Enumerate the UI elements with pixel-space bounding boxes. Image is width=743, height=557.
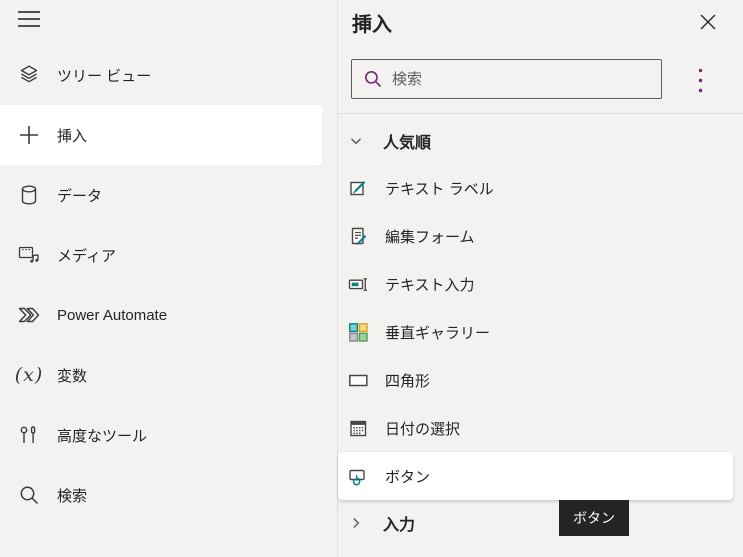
section-label: 人気順 (383, 135, 432, 152)
text-label-icon (346, 176, 370, 200)
more-options-button[interactable] (689, 64, 711, 96)
sidebar-item-power-automate[interactable]: Power Automate (0, 285, 337, 345)
chevron-down-icon (348, 133, 364, 149)
sidebar-item-data[interactable]: データ (0, 165, 337, 225)
insert-plus-icon (17, 123, 41, 147)
sidebar-item-label: 変数 (57, 367, 88, 385)
control-item-rectangle[interactable]: 四角形 (338, 356, 743, 404)
date-picker-icon (346, 416, 370, 440)
sidebar-item-media[interactable]: メディア (0, 225, 337, 285)
sidebar-item-label: メディア (57, 247, 116, 265)
chevron-right-icon (348, 515, 364, 531)
sidebar-item-label: 検索 (57, 487, 88, 505)
sidebar-item-label: ツリー ビュー (57, 67, 152, 85)
sidebar-item-variables[interactable]: 変数 (0, 345, 337, 405)
edit-form-icon (346, 224, 370, 248)
sidebar-item-insert[interactable]: 挿入 (0, 105, 322, 165)
control-item-button[interactable]: ボタン (338, 452, 733, 500)
variables-icon (17, 363, 41, 387)
control-item-label: 四角形 (385, 372, 431, 390)
section-header-input[interactable]: 入力 (338, 500, 743, 546)
insert-panel: 挿入 人気順 (337, 0, 743, 557)
tree-view-icon (17, 63, 41, 87)
control-item-label: テキスト ラベル (385, 180, 494, 198)
text-input-icon (346, 272, 370, 296)
sidebar-item-tree-view[interactable]: ツリー ビュー (0, 45, 337, 105)
power-automate-icon (17, 303, 41, 327)
panel-title: 挿入 (352, 14, 392, 36)
sidebar-item-advanced-tools[interactable]: 高度なツール (0, 405, 337, 465)
button-icon (346, 464, 370, 488)
rectangle-icon (346, 368, 370, 392)
sidebar-item-search[interactable]: 検索 (0, 465, 337, 525)
sidebar-item-label: データ (57, 187, 103, 205)
control-item-text-label[interactable]: テキスト ラベル (338, 164, 743, 212)
control-search-box[interactable] (351, 59, 662, 99)
hamburger-icon (17, 10, 41, 28)
sidebar-item-label: Power Automate (57, 306, 168, 324)
control-item-text-input[interactable]: テキスト入力 (338, 260, 743, 308)
section-header-popular[interactable]: 人気順 (338, 118, 743, 164)
kebab-menu-icon (698, 68, 703, 93)
control-list: 人気順 テキスト ラベル 編集フォーム テキスト入力 垂直ギャラリー 四角形 日… (338, 113, 743, 546)
tooltip: ボタン (559, 500, 629, 536)
control-item-label: 垂直ギャラリー (385, 324, 491, 342)
control-item-label: 編集フォーム (385, 228, 475, 246)
hamburger-menu-button[interactable] (16, 7, 42, 31)
control-search-input[interactable] (392, 70, 653, 88)
sidebar-item-label: 高度なツール (57, 427, 148, 445)
control-item-label: 日付の選択 (385, 420, 461, 438)
search-icon (363, 69, 383, 89)
media-icon (17, 243, 41, 267)
search-icon (17, 483, 41, 507)
left-sidebar: ツリー ビュー 挿入 データ メディア Power Automate (x) 変… (0, 0, 337, 557)
tooltip-text: ボタン (573, 510, 615, 526)
section-label: 入力 (383, 517, 416, 534)
control-item-label: ボタン (385, 468, 431, 486)
sidebar-item-label: 挿入 (57, 127, 88, 145)
vertical-gallery-icon (346, 320, 370, 344)
control-item-vertical-gallery[interactable]: 垂直ギャラリー (338, 308, 743, 356)
close-icon (699, 13, 717, 31)
close-panel-button[interactable] (697, 11, 719, 33)
control-item-date-picker[interactable]: 日付の選択 (338, 404, 743, 452)
sidebar-nav: ツリー ビュー 挿入 データ メディア Power Automate (x) 変… (0, 45, 337, 525)
control-item-edit-form[interactable]: 編集フォーム (338, 212, 743, 260)
advanced-tools-icon (17, 423, 41, 447)
power-apps-studio: ツリー ビュー 挿入 データ メディア Power Automate (x) 変… (0, 0, 743, 557)
database-icon (17, 183, 41, 207)
control-item-label: テキスト入力 (385, 276, 475, 294)
